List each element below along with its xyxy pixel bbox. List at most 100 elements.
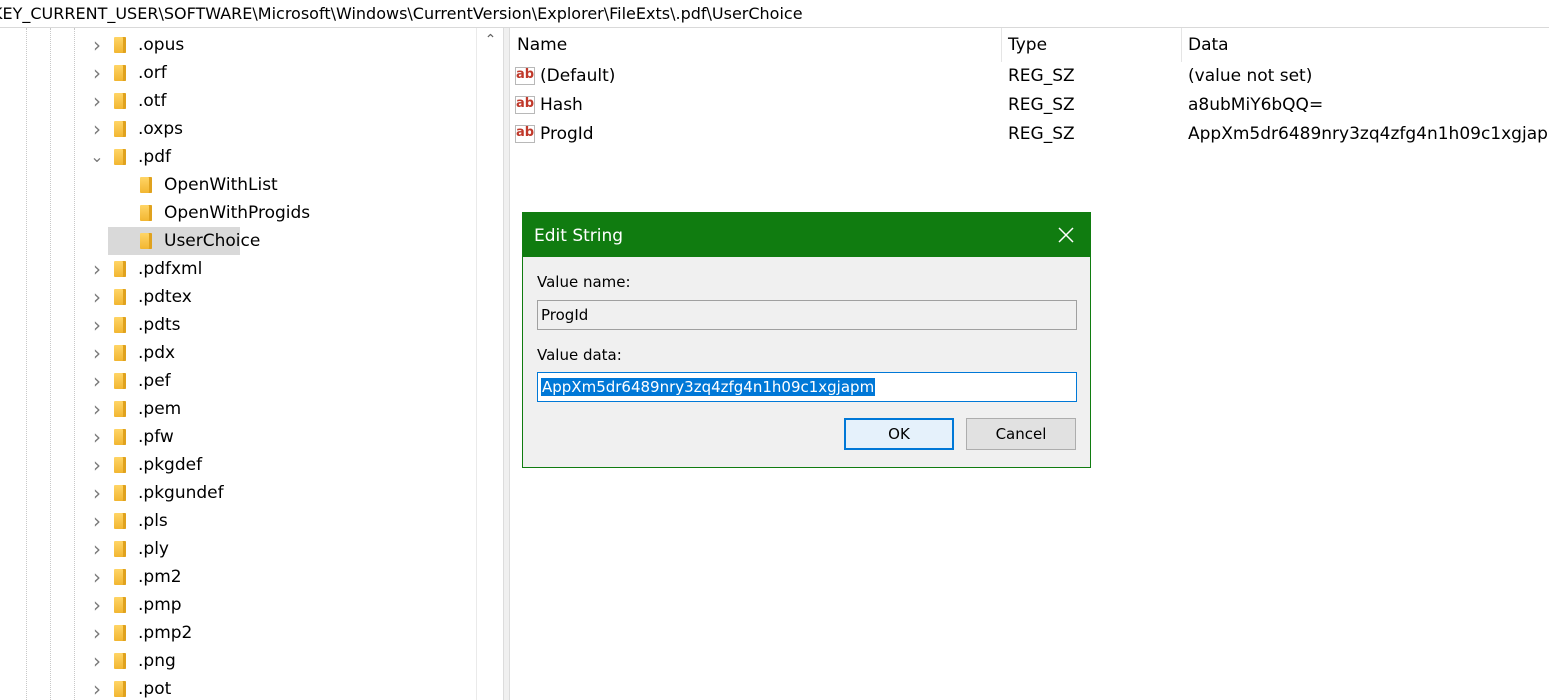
folder-icon	[114, 121, 126, 137]
tree-item-label: .pdts	[138, 315, 181, 335]
tree-item-label: .ply	[138, 539, 169, 559]
chevron-right-icon[interactable]: ›	[90, 87, 104, 115]
tree-item[interactable]: › .pls	[90, 507, 470, 535]
dialog-titlebar[interactable]: Edit String	[523, 213, 1090, 257]
tree-item[interactable]: › .png	[90, 647, 470, 675]
tree-item[interactable]: › .pem	[90, 395, 470, 423]
folder-icon	[114, 569, 126, 585]
ok-button[interactable]: OK	[844, 418, 954, 450]
tree-item[interactable]: › .pmp2	[90, 619, 470, 647]
value-row[interactable]: ab Hash REG_SZ a8ubMiY6bQQ=	[510, 91, 1549, 120]
folder-icon	[114, 457, 126, 473]
folder-icon	[114, 37, 126, 53]
tree-item-label: .pdfxml	[138, 259, 203, 279]
address-path: KEY_CURRENT_USER\SOFTWARE\Microsoft\Wind…	[0, 4, 803, 23]
folder-icon	[114, 401, 126, 417]
tree-item[interactable]: › .pfw	[90, 423, 470, 451]
tree-item[interactable]: › .pef	[90, 367, 470, 395]
tree-guide-line	[74, 28, 75, 700]
cancel-button[interactable]: Cancel	[966, 418, 1076, 450]
tree-item[interactable]: › .pdts	[90, 311, 470, 339]
tree-item[interactable]: OpenWithList	[116, 171, 470, 199]
tree-item-label: .pdf	[138, 147, 171, 167]
tree-item[interactable]: ⌄ .pdf	[90, 143, 470, 171]
tree-item-label: .pm2	[138, 567, 182, 587]
dialog-title: Edit String	[534, 226, 624, 246]
column-header-name[interactable]: Name	[510, 28, 1002, 62]
tree-item[interactable]: › .ply	[90, 535, 470, 563]
tree-item-label: .oxps	[138, 119, 183, 139]
tree-item[interactable]: › .pdx	[90, 339, 470, 367]
chevron-right-icon[interactable]: ›	[90, 479, 104, 507]
chevron-right-icon[interactable]: ›	[90, 59, 104, 87]
tree-item-label: .pot	[138, 679, 172, 699]
folder-icon	[114, 625, 126, 641]
chevron-right-icon[interactable]: ›	[90, 255, 104, 283]
tree-item[interactable]: UserChoice	[108, 227, 470, 255]
chevron-right-icon[interactable]: ›	[90, 507, 104, 535]
tree-item[interactable]: › .pdtex	[90, 283, 470, 311]
folder-icon	[114, 681, 126, 697]
value-name-label: Value name:	[537, 273, 631, 291]
chevron-right-icon[interactable]: ›	[90, 395, 104, 423]
value-data-label: Value data:	[537, 346, 622, 364]
value-name: Hash	[540, 95, 583, 115]
folder-icon	[114, 65, 126, 81]
tree-item-label: .opus	[138, 35, 185, 55]
tree-guide-line	[50, 28, 51, 700]
chevron-right-icon[interactable]: ›	[90, 311, 104, 339]
chevron-right-icon[interactable]: ›	[90, 367, 104, 395]
chevron-right-icon[interactable]: ›	[90, 563, 104, 591]
tree-item[interactable]: › .pm2	[90, 563, 470, 591]
tree-item[interactable]: › .orf	[90, 59, 470, 87]
pane-splitter[interactable]	[503, 28, 510, 700]
folder-icon	[114, 345, 126, 361]
tree-item[interactable]: OpenWithProgids	[116, 199, 470, 227]
chevron-right-icon[interactable]: ›	[90, 283, 104, 311]
value-row[interactable]: ab (Default) REG_SZ (value not set)	[510, 62, 1549, 91]
chevron-right-icon[interactable]: ›	[90, 619, 104, 647]
registry-tree[interactable]: › .opus › .orf › .otf › .oxps ⌄ .pdf OpenWithList O…	[0, 28, 503, 700]
value-name: ProgId	[540, 124, 594, 144]
value-row[interactable]: ab ProgId REG_SZ AppXm5dr6489nry3zq4zfg4n1h…	[510, 120, 1549, 149]
tree-item-label: .pmp2	[138, 623, 193, 643]
chevron-right-icon[interactable]: ›	[90, 423, 104, 451]
chevron-right-icon[interactable]: ›	[90, 115, 104, 143]
tree-item-label: .pdx	[138, 343, 176, 363]
chevron-down-icon[interactable]: ⌄	[90, 143, 104, 171]
chevron-right-icon[interactable]: ›	[90, 451, 104, 479]
folder-icon	[114, 93, 126, 109]
scroll-up-icon[interactable]: ⌃	[477, 32, 503, 52]
value-type: REG_SZ	[1008, 124, 1075, 144]
tree-item[interactable]: › .pdfxml	[90, 255, 470, 283]
chevron-right-icon[interactable]: ›	[90, 591, 104, 619]
chevron-right-icon[interactable]: ›	[90, 535, 104, 563]
close-icon[interactable]	[1052, 221, 1080, 249]
value-data-input[interactable]: AppXm5dr6489nry3zq4zfg4n1h09c1xgjapm	[537, 372, 1077, 402]
chevron-right-icon[interactable]: ›	[90, 339, 104, 367]
tree-item[interactable]: › .pot	[90, 675, 470, 700]
tree-scrollbar[interactable]: ⌃	[476, 28, 503, 700]
tree-item[interactable]: › .pmp	[90, 591, 470, 619]
tree-item[interactable]: › .opus	[90, 31, 470, 59]
folder-icon	[114, 261, 126, 277]
chevron-right-icon[interactable]: ›	[90, 675, 104, 700]
value-name-field[interactable]: ProgId	[537, 300, 1077, 330]
chevron-right-icon[interactable]: ›	[90, 31, 104, 59]
tree-item[interactable]: › .pkgdef	[90, 451, 470, 479]
tree-item-label: .pkgdef	[138, 455, 203, 475]
tree-item[interactable]: › .pkgundef	[90, 479, 470, 507]
address-bar[interactable]: KEY_CURRENT_USER\SOFTWARE\Microsoft\Wind…	[0, 0, 1549, 28]
string-value-icon: ab	[515, 96, 535, 114]
value-data: (value not set)	[1188, 66, 1313, 86]
column-header-type[interactable]: Type	[1001, 28, 1182, 62]
value-type: REG_SZ	[1008, 66, 1075, 86]
value-name: (Default)	[540, 66, 616, 86]
tree-item[interactable]: › .oxps	[90, 115, 470, 143]
column-header-data[interactable]: Data	[1181, 28, 1549, 62]
folder-icon	[114, 513, 126, 529]
tree-item[interactable]: › .otf	[90, 87, 470, 115]
value-data: a8ubMiY6bQQ=	[1188, 95, 1324, 115]
folder-icon	[140, 177, 152, 193]
chevron-right-icon[interactable]: ›	[90, 647, 104, 675]
